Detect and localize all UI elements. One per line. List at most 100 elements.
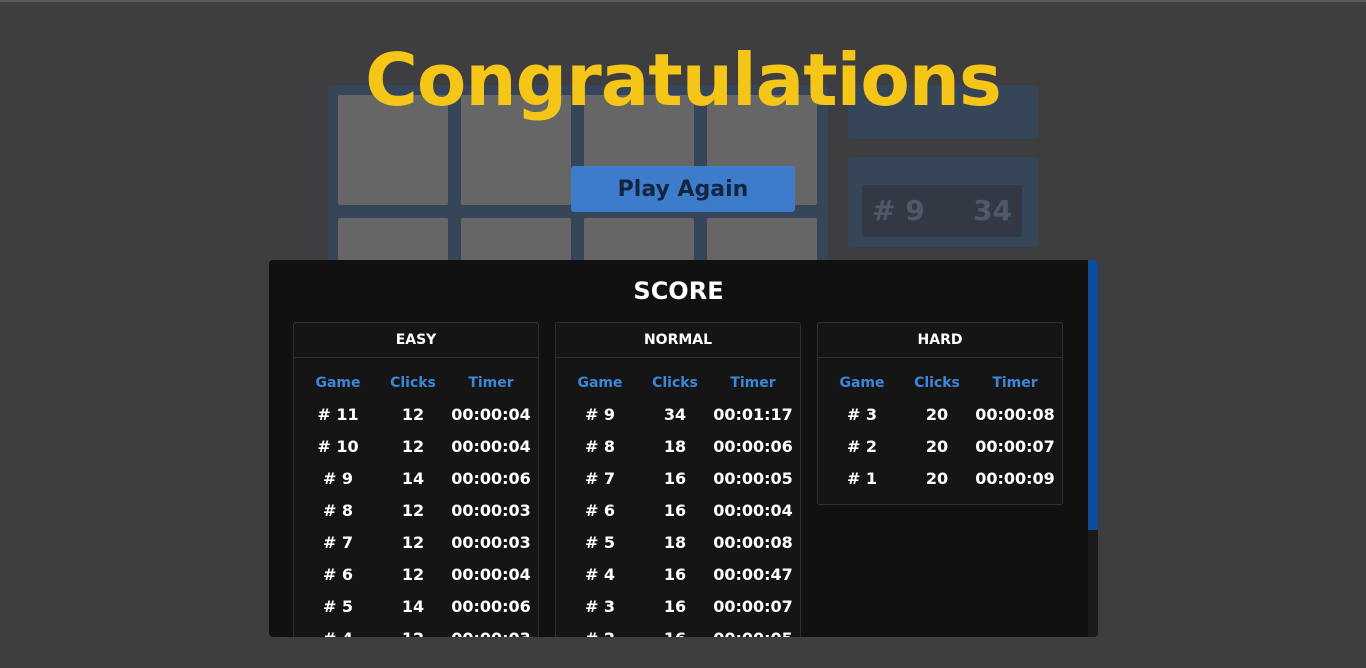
current-game-clicks: 34 xyxy=(973,194,1012,227)
cell-game: # 9 xyxy=(322,468,354,488)
cell-timer: 00:00:04 xyxy=(451,436,531,456)
cell-timer: 00:00:03 xyxy=(451,532,531,552)
table-row: # 7 12 00:00:03 xyxy=(294,526,538,558)
table-row: # 2 20 00:00:07 xyxy=(818,430,1062,462)
cell-game: # 10 xyxy=(317,436,359,456)
cell-timer: 00:01:17 xyxy=(713,404,793,424)
cell-clicks: 12 xyxy=(401,436,425,456)
cell-timer: 00:00:06 xyxy=(713,436,793,456)
cell-timer: 00:00:06 xyxy=(451,596,531,616)
cell-game: # 7 xyxy=(322,532,354,552)
column-game: Game xyxy=(315,375,361,391)
cell-clicks: 16 xyxy=(663,596,687,616)
cell-timer: 00:00:08 xyxy=(713,532,793,552)
level-card-normal: NORMAL Game Clicks Timer # 9 34 00:01:17 #… xyxy=(555,322,801,637)
column-headers: Game Clicks Timer xyxy=(556,358,800,392)
table-row: # 1 20 00:00:09 xyxy=(818,462,1062,494)
column-headers: Game Clicks Timer xyxy=(294,358,538,392)
cell-game: # 4 xyxy=(294,629,382,638)
column-timer: Timer xyxy=(730,375,776,391)
cell-game: # 6 xyxy=(584,500,616,520)
cell-clicks: 12 xyxy=(382,629,444,638)
level-card-easy: EASY Game Clicks Timer # 11 12 00:00:04 # … xyxy=(293,322,539,637)
score-title: SCORE xyxy=(633,277,724,305)
current-game-number: # 9 xyxy=(872,194,925,227)
table-row: # 11 12 00:00:04 xyxy=(294,398,538,430)
level-name: HARD xyxy=(818,323,1062,358)
cell-game: # 2 xyxy=(556,629,644,638)
cell-clicks: 12 xyxy=(401,564,425,584)
cell-clicks: 20 xyxy=(925,468,949,488)
table-row: # 41200:00:03 xyxy=(294,622,538,638)
cell-clicks: 34 xyxy=(663,404,687,424)
cell-clicks: 12 xyxy=(401,500,425,520)
table-row: # 9 14 00:00:06 xyxy=(294,462,538,494)
column-clicks: Clicks xyxy=(914,375,960,391)
table-row: # 3 20 00:00:08 xyxy=(818,398,1062,430)
cell-clicks: 12 xyxy=(401,404,425,424)
play-again-button[interactable]: Play Again xyxy=(571,166,795,212)
cell-game: # 6 xyxy=(322,564,354,584)
cell-timer: 00:00:47 xyxy=(713,564,793,584)
cell-timer: 00:00:07 xyxy=(975,436,1055,456)
cell-game: # 9 xyxy=(584,404,616,424)
cell-clicks: 16 xyxy=(644,629,706,638)
cell-game: # 2 xyxy=(846,436,878,456)
column-timer: Timer xyxy=(468,375,514,391)
cell-clicks: 18 xyxy=(663,436,687,456)
cell-timer: 00:00:03 xyxy=(451,500,531,520)
column-clicks: Clicks xyxy=(652,375,698,391)
table-row: # 3 16 00:00:07 xyxy=(556,590,800,622)
current-game-display: # 9 34 xyxy=(862,185,1022,237)
cell-game: # 5 xyxy=(322,596,354,616)
congratulations-title: Congratulations xyxy=(365,38,1002,122)
cell-clicks: 14 xyxy=(401,596,425,616)
cell-timer: 00:00:06 xyxy=(451,468,531,488)
cell-clicks: 16 xyxy=(663,468,687,488)
table-row: # 10 12 00:00:04 xyxy=(294,430,538,462)
cell-game: # 11 xyxy=(317,404,359,424)
cell-timer: 00:00:03 xyxy=(444,629,538,638)
level-card-hard: HARD Game Clicks Timer # 3 20 00:00:08 # 2… xyxy=(817,322,1063,505)
current-game-panel: # 9 34 xyxy=(848,157,1038,247)
column-clicks: Clicks xyxy=(390,375,436,391)
cell-clicks: 16 xyxy=(663,564,687,584)
cell-game: # 1 xyxy=(846,468,878,488)
cell-game: # 8 xyxy=(322,500,354,520)
table-row: # 5 18 00:00:08 xyxy=(556,526,800,558)
level-name: EASY xyxy=(294,323,538,358)
cell-game: # 3 xyxy=(584,596,616,616)
level-name: NORMAL xyxy=(556,323,800,358)
cell-timer: 00:00:05 xyxy=(713,468,793,488)
table-row: # 6 12 00:00:04 xyxy=(294,558,538,590)
cell-timer: 00:00:05 xyxy=(706,629,800,638)
cell-game: # 4 xyxy=(584,564,616,584)
cell-clicks: 14 xyxy=(401,468,425,488)
cell-clicks: 20 xyxy=(925,436,949,456)
cell-timer: 00:00:04 xyxy=(713,500,793,520)
column-headers: Game Clicks Timer xyxy=(818,358,1062,392)
table-row: # 8 18 00:00:06 xyxy=(556,430,800,462)
cell-timer: 00:00:09 xyxy=(975,468,1055,488)
table-row: # 21600:00:05 xyxy=(556,622,800,638)
column-timer: Timer xyxy=(992,375,1038,391)
cell-game: # 7 xyxy=(584,468,616,488)
cell-game: # 8 xyxy=(584,436,616,456)
cell-timer: 00:00:07 xyxy=(713,596,793,616)
table-row: # 4 16 00:00:47 xyxy=(556,558,800,590)
cell-game: # 5 xyxy=(584,532,616,552)
cell-clicks: 18 xyxy=(663,532,687,552)
cell-clicks: 12 xyxy=(401,532,425,552)
column-game: Game xyxy=(577,375,623,391)
cell-timer: 00:00:04 xyxy=(451,404,531,424)
score-panel[interactable]: SCORE EASY Game Clicks Timer # 11 12 00:00… xyxy=(269,260,1098,637)
scrollbar-track[interactable] xyxy=(1088,260,1098,637)
cell-clicks: 16 xyxy=(663,500,687,520)
column-game: Game xyxy=(839,375,885,391)
cell-game: # 3 xyxy=(846,404,878,424)
scrollbar-thumb[interactable] xyxy=(1088,260,1098,530)
cell-clicks: 20 xyxy=(925,404,949,424)
table-row: # 5 14 00:00:06 xyxy=(294,590,538,622)
table-row: # 7 16 00:00:05 xyxy=(556,462,800,494)
cell-timer: 00:00:08 xyxy=(975,404,1055,424)
